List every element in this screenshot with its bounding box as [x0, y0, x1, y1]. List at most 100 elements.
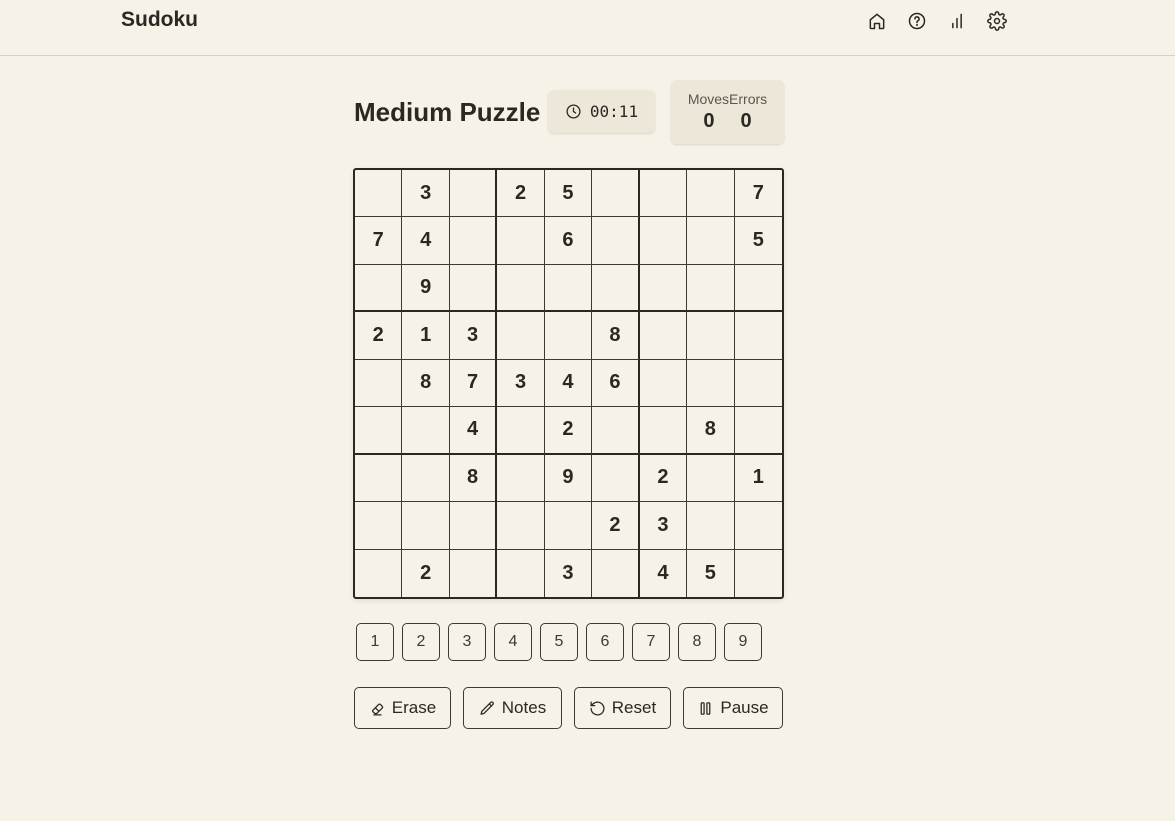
board-cell[interactable] — [355, 359, 403, 408]
board-cell[interactable]: 7 — [449, 359, 498, 408]
board-cell[interactable] — [734, 360, 782, 408]
board-cell[interactable]: 3 — [639, 502, 688, 550]
board-cell[interactable] — [355, 549, 403, 597]
erase-button[interactable]: Erase — [354, 687, 451, 729]
board-cell[interactable] — [497, 264, 545, 313]
board-cell[interactable] — [734, 312, 782, 360]
number-button-1[interactable]: 1 — [356, 623, 394, 661]
board-cell[interactable]: 4 — [402, 217, 450, 265]
board-cell[interactable] — [544, 502, 593, 550]
board-cell[interactable] — [544, 264, 593, 313]
board-cell[interactable]: 2 — [355, 312, 403, 360]
board-cell[interactable] — [402, 454, 450, 503]
board-cell[interactable]: 3 — [545, 549, 593, 597]
board-cell[interactable]: 6 — [592, 359, 640, 408]
board-cell[interactable] — [497, 312, 545, 360]
board-cell[interactable]: 7 — [734, 170, 782, 218]
board-cell[interactable] — [592, 217, 640, 265]
board-cell[interactable]: 4 — [640, 549, 688, 597]
board-cell[interactable]: 2 — [544, 407, 593, 455]
board-cell[interactable] — [355, 454, 403, 503]
board-cell[interactable]: 2 — [497, 170, 545, 218]
board-cell[interactable]: 6 — [544, 217, 593, 265]
board-cell[interactable]: 9 — [544, 454, 593, 503]
notes-button[interactable]: Notes — [463, 687, 562, 729]
board-cell[interactable] — [592, 264, 640, 313]
board-cell[interactable] — [734, 407, 782, 455]
board-cell[interactable]: 8 — [592, 312, 640, 360]
board-cell[interactable] — [497, 502, 545, 550]
number-button-9[interactable]: 9 — [724, 623, 762, 661]
number-pad: 123456789 — [356, 623, 762, 661]
board-cell[interactable] — [355, 407, 403, 455]
board-cell[interactable]: 5 — [544, 170, 593, 218]
board-cell[interactable] — [639, 312, 688, 360]
board-cell[interactable]: 8 — [687, 407, 735, 455]
board-cell[interactable] — [449, 217, 498, 265]
board-cell[interactable]: 4 — [449, 407, 498, 455]
board-cell[interactable] — [450, 549, 498, 597]
board-cell[interactable] — [592, 549, 640, 597]
reset-button[interactable]: Reset — [574, 687, 671, 729]
board-cell[interactable] — [639, 264, 688, 313]
board-cell[interactable]: 3 — [497, 359, 545, 408]
board-cell[interactable] — [497, 217, 545, 265]
board-cell[interactable] — [639, 170, 688, 218]
board-cell[interactable] — [449, 170, 498, 218]
board-cell[interactable] — [355, 264, 403, 313]
board-cell[interactable]: 9 — [402, 264, 450, 313]
board-cell[interactable]: 1 — [734, 455, 782, 503]
board-cell[interactable] — [592, 454, 640, 503]
board-cell[interactable] — [687, 312, 735, 360]
number-button-8[interactable]: 8 — [678, 623, 716, 661]
board-cell[interactable] — [734, 502, 782, 550]
board-cell[interactable] — [687, 359, 735, 408]
board-cell[interactable] — [544, 312, 593, 360]
board-cell[interactable] — [734, 265, 782, 313]
board-cell[interactable]: 3 — [402, 170, 450, 218]
board-cell[interactable] — [402, 407, 450, 455]
board-cell[interactable] — [639, 359, 688, 408]
board-cell[interactable] — [355, 170, 403, 218]
number-button-7[interactable]: 7 — [632, 623, 670, 661]
board-cell[interactable] — [449, 264, 498, 313]
board-cell[interactable] — [639, 407, 688, 455]
stats-icon[interactable] — [946, 10, 968, 32]
help-icon[interactable] — [906, 10, 928, 32]
board-cell[interactable]: 1 — [402, 312, 450, 360]
board-cell[interactable]: 2 — [402, 549, 450, 597]
board-cell[interactable] — [639, 217, 688, 265]
board-cell[interactable] — [687, 170, 735, 218]
board-cell[interactable]: 2 — [592, 502, 640, 550]
board-cell[interactable]: 5 — [734, 217, 782, 265]
number-button-2[interactable]: 2 — [402, 623, 440, 661]
pause-button[interactable]: Pause — [683, 687, 783, 729]
board-cell[interactable] — [687, 454, 735, 503]
home-icon[interactable] — [866, 10, 888, 32]
board-cell[interactable] — [402, 502, 450, 550]
settings-icon[interactable] — [986, 10, 1008, 32]
board-cell[interactable] — [687, 264, 735, 313]
number-button-5[interactable]: 5 — [540, 623, 578, 661]
board-cell[interactable] — [497, 454, 545, 503]
number-button-4[interactable]: 4 — [494, 623, 532, 661]
board-cell[interactable]: 3 — [449, 312, 498, 360]
app-title[interactable]: Sudoku — [121, 8, 198, 32]
board-cell[interactable] — [497, 549, 545, 597]
board-cell[interactable]: 2 — [639, 454, 688, 503]
board-cell[interactable] — [592, 407, 640, 455]
number-button-6[interactable]: 6 — [586, 623, 624, 661]
number-button-3[interactable]: 3 — [448, 623, 486, 661]
board-cell[interactable] — [355, 502, 403, 550]
board-cell[interactable]: 7 — [355, 217, 403, 265]
board-cell[interactable]: 5 — [687, 549, 735, 597]
board-cell[interactable] — [592, 170, 640, 218]
board-cell[interactable]: 8 — [449, 454, 498, 503]
board-cell[interactable] — [497, 407, 545, 455]
board-cell[interactable] — [735, 550, 782, 597]
board-cell[interactable]: 8 — [402, 359, 450, 408]
board-cell[interactable] — [449, 502, 498, 550]
board-cell[interactable] — [687, 217, 735, 265]
board-cell[interactable] — [687, 502, 735, 550]
board-cell[interactable]: 4 — [544, 359, 593, 408]
